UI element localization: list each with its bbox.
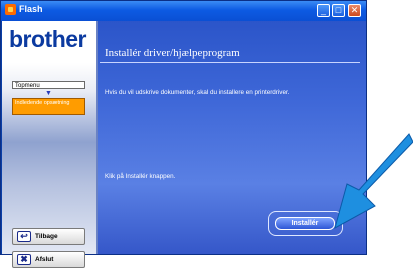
maximize-button[interactable]: □: [332, 4, 345, 17]
flash-app-icon: [5, 4, 16, 15]
page-title: Installér driver/hjælpeprogram: [105, 47, 240, 59]
back-arrow-icon: ↩: [17, 231, 31, 242]
pointer-arrow-icon: [334, 133, 413, 230]
back-button[interactable]: ↩ Tilbage: [12, 228, 85, 245]
main-content: Installér driver/hjælpeprogram Hvis du v…: [98, 21, 366, 254]
install-button[interactable]: Installér: [275, 217, 335, 230]
topmenu-button[interactable]: Topmenu: [12, 81, 85, 89]
instruction-text: Klik på Installér knappen.: [105, 173, 176, 180]
exit-icon: ✖: [17, 254, 31, 265]
exit-button[interactable]: ✖ Afslut: [12, 251, 85, 268]
chevron-down-icon: ▼: [45, 90, 52, 97]
exit-button-label: Afslut: [35, 256, 54, 263]
arrow-shape: [334, 133, 413, 230]
sidebar: brother Topmenu ▼ Indledende opsætning ↩…: [2, 21, 98, 268]
window-title: Flash: [19, 4, 43, 14]
title-divider: [100, 62, 360, 63]
brother-logo: brother: [9, 26, 87, 52]
description-text: Hvis du vil udskrive dokumenter, skal du…: [105, 89, 290, 96]
minimize-button[interactable]: _: [317, 4, 330, 17]
title-bar[interactable]: Flash _ □ ✕: [1, 1, 366, 21]
app-window: Flash _ □ ✕ brother Topmenu ▼ Indledende…: [0, 0, 367, 268]
initial-setup-item[interactable]: Indledende opsætning: [12, 98, 85, 115]
back-button-label: Tilbage: [35, 233, 58, 240]
close-button[interactable]: ✕: [348, 4, 361, 17]
